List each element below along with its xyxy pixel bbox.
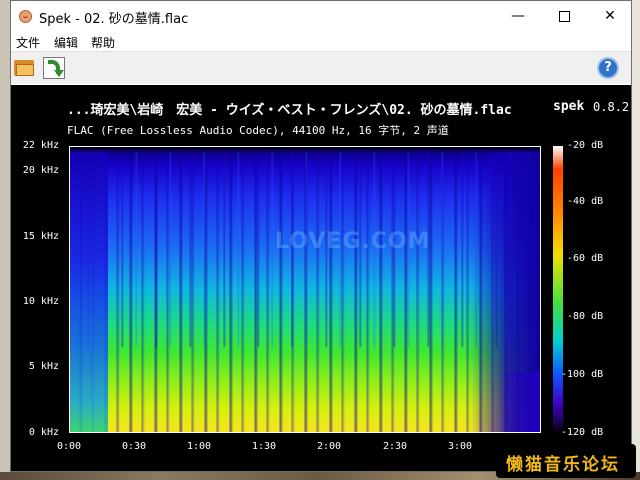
x-axis-label: 0:30 xyxy=(121,441,147,452)
menu-bar: 文件 编辑 帮助 xyxy=(11,31,631,52)
x-axis-label: 1:30 xyxy=(251,441,277,452)
maximize-icon xyxy=(558,11,570,22)
y-axis-label: 22 kHz xyxy=(22,140,59,151)
db-label: -100 dB xyxy=(561,369,604,380)
y-axis-label: 0 kHz xyxy=(28,427,59,438)
db-label: -60 dB xyxy=(567,253,604,264)
db-color-scale xyxy=(553,146,563,433)
db-label: -20 dB xyxy=(567,140,604,151)
x-axis-label: 3:00 xyxy=(447,441,473,452)
maximize-button[interactable] xyxy=(541,1,587,31)
desktop-right-edge xyxy=(632,0,640,480)
app-name: spek xyxy=(553,99,585,114)
menu-edit[interactable]: 编辑 xyxy=(54,34,78,51)
y-axis-label: 5 kHz xyxy=(28,361,59,372)
toolbar: ? xyxy=(11,52,631,84)
title-bar[interactable]: Spek - 02. 砂の墓情.flac — ✕ xyxy=(11,1,631,31)
window-title: Spek - 02. 砂の墓情.flac xyxy=(39,12,189,27)
help-icon[interactable]: ? xyxy=(597,57,619,79)
x-axis-label: 2:00 xyxy=(316,441,342,452)
minimize-button[interactable]: — xyxy=(495,1,541,31)
forum-logo-text: 懒猫音乐论坛 xyxy=(506,455,620,475)
app-version: 0.8.2 xyxy=(593,100,630,114)
db-label: -40 dB xyxy=(567,196,604,207)
db-label: -80 dB xyxy=(567,311,604,322)
settings-icon[interactable] xyxy=(43,57,65,79)
menu-file[interactable]: 文件 xyxy=(16,34,40,51)
menu-help[interactable]: 帮助 xyxy=(91,34,115,51)
file-path-title: ...琦宏美\岩崎 宏美 - ウイズ・ベスト・フレンズ\02. 砂の墓情.fla… xyxy=(67,103,512,118)
file-info: FLAC (Free Lossless Audio Codec), 44100 … xyxy=(67,124,449,137)
y-axis-label: 15 kHz xyxy=(22,231,59,242)
close-button[interactable]: ✕ xyxy=(587,1,633,31)
spek-app-icon xyxy=(19,10,32,23)
desktop-left-edge xyxy=(0,0,10,480)
db-label: -120 dB xyxy=(561,427,604,438)
x-axis-label: 2:30 xyxy=(382,441,408,452)
watermark: LOVEG.COM xyxy=(275,229,431,254)
x-axis-label: 0:00 xyxy=(56,441,82,452)
forum-logo: 懒猫音乐论坛 xyxy=(496,444,636,478)
y-axis-label: 10 kHz xyxy=(22,296,59,307)
folder-open-icon[interactable] xyxy=(14,58,34,76)
x-axis-label: 1:00 xyxy=(186,441,212,452)
spek-window: Spek - 02. 砂の墓情.flac — ✕ 文件 编辑 帮助 ? ...琦… xyxy=(10,0,632,472)
spectrogram-view: ...琦宏美\岩崎 宏美 - ウイズ・ベスト・フレンズ\02. 砂の墓情.fla… xyxy=(11,85,631,471)
y-axis-label: 20 kHz xyxy=(22,165,59,176)
spectrogram-plot[interactable] xyxy=(69,146,541,433)
